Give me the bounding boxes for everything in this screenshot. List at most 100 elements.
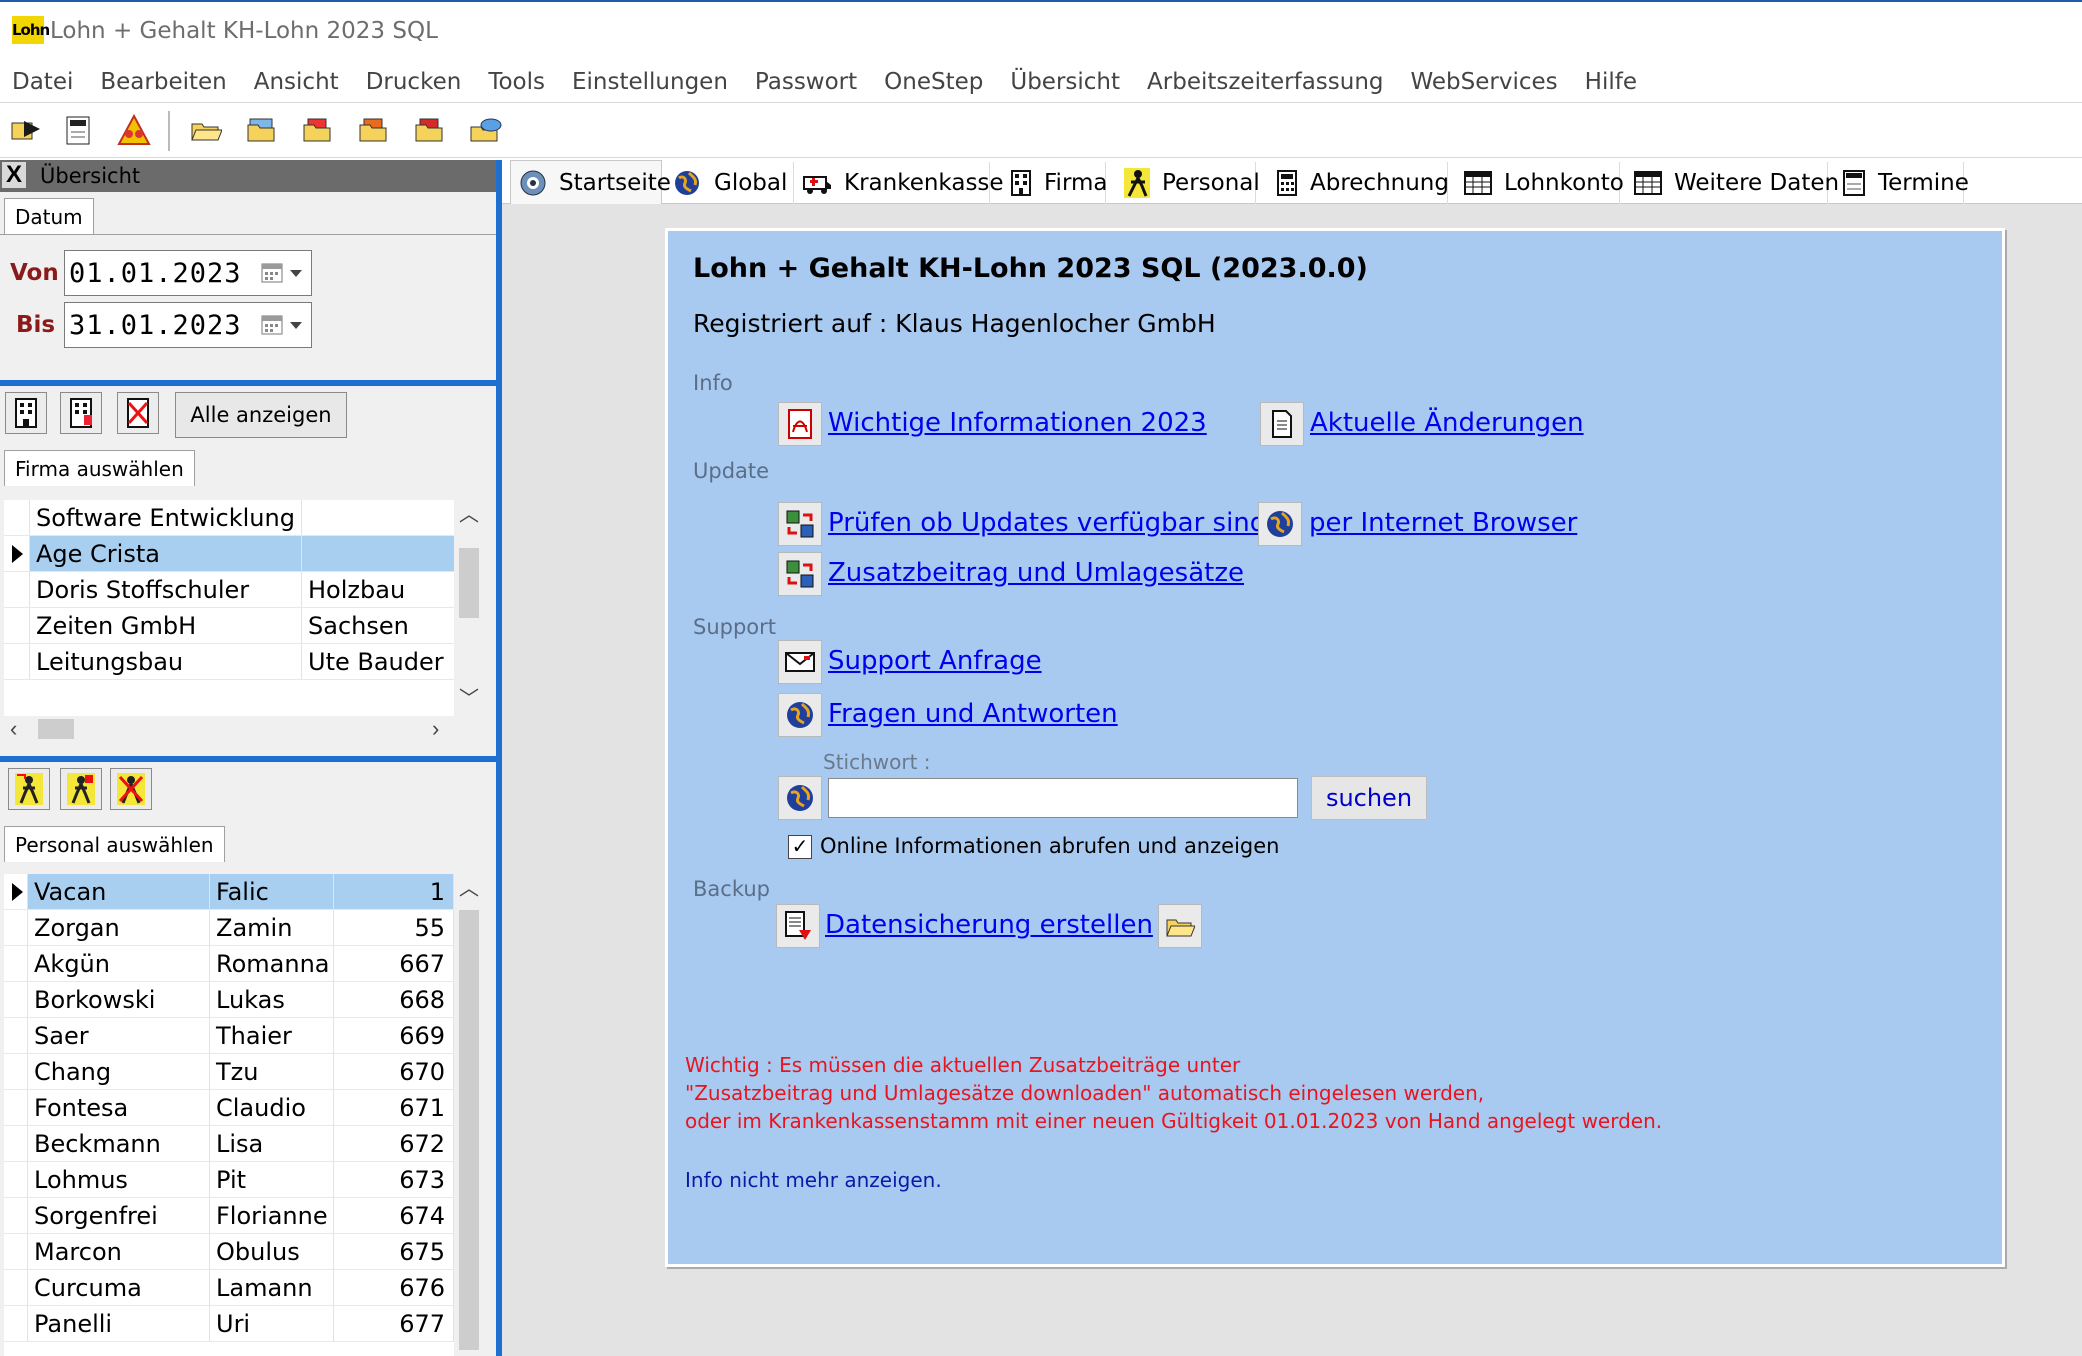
company-building-icon[interactable]	[5, 392, 47, 434]
bis-date-field[interactable]: 31.01.2023	[64, 302, 312, 348]
update-check-icon[interactable]	[778, 502, 822, 546]
globe-search-icon[interactable]	[778, 776, 822, 820]
update-download-icon[interactable]	[778, 552, 822, 596]
folder-orange-icon[interactable]	[354, 111, 394, 149]
table-row[interactable]: Doris Stoffschuler Holzbau	[4, 572, 454, 608]
tab-startseite[interactable]: Startseite	[510, 160, 671, 204]
folder-red-icon[interactable]	[298, 111, 338, 149]
scroll-thumb[interactable]	[38, 719, 74, 739]
company-delete-icon[interactable]	[117, 392, 159, 434]
tab-firma-auswaehlen[interactable]: Firma auswählen	[4, 450, 195, 486]
tab-personal-auswaehlen[interactable]: Personal auswählen	[4, 826, 225, 862]
table-row[interactable]: Beckmann Lisa 672	[4, 1126, 454, 1162]
globe-icon[interactable]	[1258, 502, 1302, 546]
table-row[interactable]: Sorgenfrei Florianne 674	[4, 1198, 454, 1234]
tab-krankenkasse[interactable]: Krankenkasse	[794, 162, 1004, 204]
tab-global[interactable]: Global	[664, 162, 794, 204]
menu-webservices[interactable]: WebServices	[1411, 69, 1558, 95]
table-row[interactable]: Age Crista	[4, 536, 454, 572]
company-vscrollbar[interactable]: ︿ ﹀	[456, 500, 482, 716]
menu-datei[interactable]: Datei	[12, 69, 73, 95]
table-row[interactable]: Software Entwicklung	[4, 500, 454, 536]
company-edit-icon[interactable]	[60, 392, 102, 434]
table-row[interactable]: Saer Thaier 669	[4, 1018, 454, 1054]
menu-uebersicht[interactable]: Übersicht	[1010, 69, 1120, 95]
menu-arbeitszeiterfassung[interactable]: Arbeitszeiterfassung	[1147, 69, 1383, 95]
employee-vscrollbar[interactable]: ︿	[456, 874, 482, 1356]
folder-stack-icon[interactable]	[242, 111, 282, 149]
menu-bearbeiten[interactable]: Bearbeiten	[100, 69, 226, 95]
link-aktuelle-aenderungen[interactable]: Aktuelle Änderungen	[1310, 408, 1584, 438]
folder-open-icon[interactable]	[1158, 904, 1202, 948]
online-info-checkbox[interactable]: ✓	[788, 835, 812, 859]
scroll-thumb[interactable]	[459, 548, 479, 618]
table-row[interactable]: Curcuma Lamann 676	[4, 1270, 454, 1306]
scroll-up-icon[interactable]: ︿	[456, 502, 482, 528]
table-row[interactable]: Zeiten GmbH Sachsen	[4, 608, 454, 644]
scroll-up-icon[interactable]: ︿	[456, 876, 482, 902]
link-wichtige-informationen[interactable]: Wichtige Informationen 2023	[828, 408, 1207, 438]
scroll-thumb[interactable]	[459, 910, 479, 1350]
menu-onestep[interactable]: OneStep	[884, 69, 983, 95]
warning-people-icon[interactable]	[114, 111, 154, 149]
link-updates-pruefen[interactable]: Prüfen ob Updates verfügbar sind	[828, 508, 1266, 538]
calendar-dropdown-icon[interactable]	[261, 313, 305, 337]
link-datensicherung[interactable]: Datensicherung erstellen	[825, 910, 1153, 940]
employee-number: 55	[334, 910, 454, 946]
globe-icon[interactable]	[778, 693, 822, 737]
von-date-field[interactable]: 01.01.2023	[64, 250, 312, 296]
table-row[interactable]: Panelli Uri 677	[4, 1306, 454, 1342]
table-row[interactable]: Fontesa Claudio 671	[4, 1090, 454, 1126]
search-button[interactable]: suchen	[1311, 776, 1427, 820]
table-row[interactable]: Akgün Romanna 667	[4, 946, 454, 982]
menu-drucken[interactable]: Drucken	[366, 69, 462, 95]
link-support-anfrage[interactable]: Support Anfrage	[828, 646, 1042, 676]
pdf-icon[interactable]	[778, 402, 822, 446]
info-nicht-mehr-anzeigen[interactable]: Info nicht mehr anzeigen.	[685, 1168, 942, 1192]
scroll-down-icon[interactable]: ﹀	[456, 686, 482, 712]
table-row[interactable]: Chang Tzu 670	[4, 1054, 454, 1090]
table-row[interactable]: Marcon Obulus 675	[4, 1234, 454, 1270]
close-icon[interactable]: X	[2, 162, 26, 188]
menu-passwort[interactable]: Passwort	[755, 69, 857, 95]
menu-ansicht[interactable]: Ansicht	[254, 69, 339, 95]
tab-lohnkonto[interactable]: Lohnkonto	[1456, 162, 1624, 204]
tab-firma[interactable]: Firma	[1002, 162, 1108, 204]
tab-datum[interactable]: Datum	[4, 198, 94, 234]
calendar-dropdown-icon[interactable]	[261, 261, 305, 285]
open-arrow-icon[interactable]	[6, 111, 46, 149]
tab-personal[interactable]: Personal	[1116, 162, 1260, 204]
folder-red2-icon[interactable]	[410, 111, 450, 149]
menu-einstellungen[interactable]: Einstellungen	[572, 69, 728, 95]
person-delete-icon[interactable]	[110, 768, 152, 810]
table-row[interactable]: Leitungsbau Ute Bauder	[4, 644, 454, 680]
link-faq[interactable]: Fragen und Antworten	[828, 699, 1118, 729]
tab-weitere-daten[interactable]: Weitere Daten	[1626, 162, 1839, 204]
row-pointer-icon	[12, 545, 23, 563]
person-add-icon[interactable]	[8, 768, 50, 810]
tab-abrechnung[interactable]: Abrechnung	[1268, 162, 1449, 204]
calendar-jan-icon[interactable]	[58, 111, 98, 149]
document-icon[interactable]	[1260, 402, 1304, 446]
folder-open-icon[interactable]	[186, 111, 226, 149]
scroll-left-icon[interactable]: ‹	[10, 716, 17, 742]
person-edit-icon[interactable]	[60, 768, 102, 810]
stichwort-search-input[interactable]	[828, 778, 1298, 818]
employee-number: 672	[334, 1126, 454, 1162]
table-row[interactable]: Zorgan Zamin 55	[4, 910, 454, 946]
tab-termine[interactable]: Termine	[1834, 162, 1969, 204]
link-zusatzbeitrag[interactable]: Zusatzbeitrag und Umlagesätze	[828, 558, 1244, 588]
link-internet-browser[interactable]: per Internet Browser	[1309, 508, 1577, 538]
menu-tools[interactable]: Tools	[488, 69, 545, 95]
scroll-right-icon[interactable]: ›	[432, 716, 439, 742]
company-hscrollbar[interactable]: ‹ ›	[4, 716, 482, 742]
cloud-folder-icon[interactable]	[466, 111, 506, 149]
table-row[interactable]: Borkowski Lukas 668	[4, 982, 454, 1018]
show-all-button[interactable]: Alle anzeigen	[175, 392, 347, 438]
table-row[interactable]: Vacan Falic 1	[4, 874, 454, 910]
menu-hilfe[interactable]: Hilfe	[1585, 69, 1637, 95]
mail-icon[interactable]	[778, 640, 822, 684]
table-row[interactable]: Lohmus Pit 673	[4, 1162, 454, 1198]
backup-icon[interactable]	[776, 904, 820, 948]
tab-label: Weitere Daten	[1674, 170, 1840, 196]
